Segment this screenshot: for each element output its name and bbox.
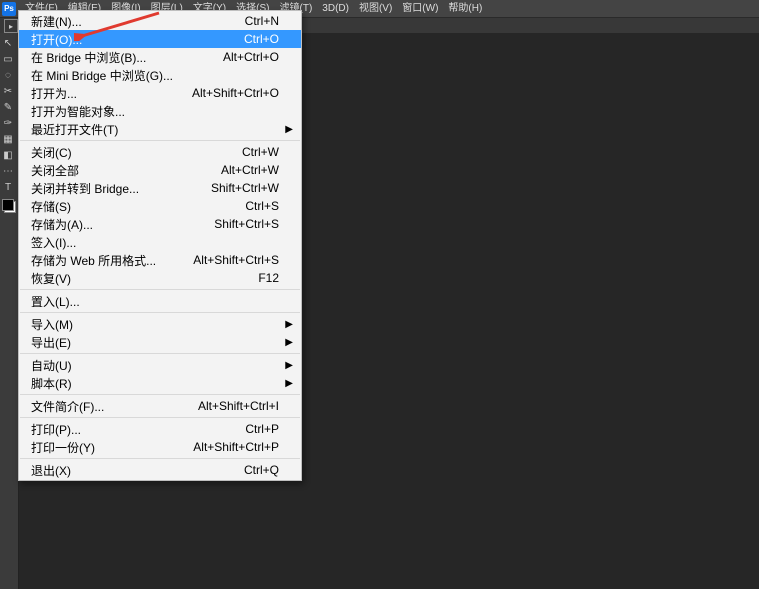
menu-item-1-3[interactable]: 存储(S) Ctrl+S [19,197,301,215]
menu-item-label: 关闭(C) [31,144,72,161]
menu-separator [20,394,300,395]
menu-item-0-0[interactable]: 新建(N)... Ctrl+N [19,12,301,30]
menu-item-label: 最近打开文件(T) [31,121,118,138]
menu-item-label: 存储为 Web 所用格式... [31,252,156,269]
foreground-color-swatch[interactable] [2,199,14,211]
menubar-item-8[interactable]: 视图(V) [354,0,397,17]
menu-separator [20,417,300,418]
menu-item-6-0[interactable]: 打印(P)... Ctrl+P [19,420,301,438]
menu-item-7-0[interactable]: 退出(X) Ctrl+Q [19,461,301,479]
menu-separator [20,140,300,141]
menu-item-label: 在 Bridge 中浏览(B)... [31,49,146,66]
menu-item-1-6[interactable]: 存储为 Web 所用格式... Alt+Shift+Ctrl+S [19,251,301,269]
menu-item-label: 恢复(V) [31,270,71,287]
tool-8[interactable]: ⋯ [0,163,16,179]
menu-item-4-1[interactable]: 脚本(R) ▶ [19,374,301,392]
tool-4[interactable]: ✎ [0,99,16,115]
menu-item-0-1[interactable]: 打开(O)... Ctrl+O [19,30,301,48]
menu-item-1-2[interactable]: 关闭并转到 Bridge... Shift+Ctrl+W [19,179,301,197]
menu-item-shortcut: F12 [258,271,279,285]
menu-item-shortcut: Alt+Shift+Ctrl+I [198,399,279,413]
menu-separator [20,312,300,313]
menu-item-1-7[interactable]: 恢复(V) F12 [19,269,301,287]
submenu-arrow-icon: ▶ [285,360,293,371]
menu-item-label: 关闭全部 [31,162,79,179]
color-swatch[interactable] [2,199,16,213]
menu-item-label: 导入(M) [31,316,73,333]
menubar-item-7[interactable]: 3D(D) [317,0,354,17]
menu-item-shortcut: Ctrl+O [244,32,279,46]
menu-item-label: 打印一份(Y) [31,439,95,456]
submenu-arrow-icon: ▶ [285,378,293,389]
tool-2[interactable]: ◌ [0,67,16,83]
menu-item-label: 打开(O)... [31,31,82,48]
menubar-item-9[interactable]: 窗口(W) [397,0,443,17]
menu-item-shortcut: Alt+Shift+Ctrl+O [192,86,279,100]
file-menu: 新建(N)... Ctrl+N 打开(O)... Ctrl+O 在 Bridge 中浏览… [18,10,302,481]
menu-item-shortcut: Shift+Ctrl+S [214,217,279,231]
submenu-arrow-icon: ▶ [285,319,293,330]
menu-item-0-5[interactable]: 打开为智能对象... [19,102,301,120]
menu-item-6-1[interactable]: 打印一份(Y) Alt+Shift+Ctrl+P [19,438,301,456]
menu-item-shortcut: Shift+Ctrl+W [211,181,279,195]
menu-item-label: 打开为智能对象... [31,103,125,120]
menu-item-label: 存储为(A)... [31,216,93,233]
menu-item-0-2[interactable]: 在 Bridge 中浏览(B)... Alt+Ctrl+O [19,48,301,66]
tools-panel: ↖▭◌✂✎✑▦◧⋯T [0,33,19,589]
menu-item-0-6[interactable]: 最近打开文件(T) ▶ [19,120,301,138]
menubar-item-10[interactable]: 帮助(H) [443,0,487,17]
submenu-arrow-icon: ▶ [285,337,293,348]
tool-1[interactable]: ▭ [0,51,16,67]
menu-item-3-0[interactable]: 导入(M) ▶ [19,315,301,333]
menu-item-0-3[interactable]: 在 Mini Bridge 中浏览(G)... [19,66,301,84]
menu-item-shortcut: Alt+Ctrl+W [221,163,279,177]
menu-item-shortcut: Ctrl+P [245,422,279,436]
menu-item-label: 在 Mini Bridge 中浏览(G)... [31,67,173,84]
menu-item-1-4[interactable]: 存储为(A)... Shift+Ctrl+S [19,215,301,233]
menu-item-3-1[interactable]: 导出(E) ▶ [19,333,301,351]
menu-item-shortcut: Alt+Shift+Ctrl+S [193,253,279,267]
menu-item-shortcut: Alt+Shift+Ctrl+P [193,440,279,454]
menu-item-1-1[interactable]: 关闭全部 Alt+Ctrl+W [19,161,301,179]
menu-item-label: 新建(N)... [31,13,82,30]
menu-item-label: 签入(I)... [31,234,76,251]
tool-3[interactable]: ✂ [0,83,16,99]
menu-item-5-0[interactable]: 文件简介(F)... Alt+Shift+Ctrl+I [19,397,301,415]
menu-item-label: 存储(S) [31,198,71,215]
menu-item-shortcut: Ctrl+W [242,145,279,159]
tool-0[interactable]: ↖ [0,35,16,51]
menu-item-label: 导出(E) [31,334,71,351]
menu-separator [20,289,300,290]
tool-6[interactable]: ▦ [0,131,16,147]
tool-9[interactable]: T [0,179,16,195]
menu-item-0-4[interactable]: 打开为... Alt+Shift+Ctrl+O [19,84,301,102]
tool-7[interactable]: ◧ [0,147,16,163]
tool-5[interactable]: ✑ [0,115,16,131]
menu-separator [20,458,300,459]
menu-item-label: 退出(X) [31,462,71,479]
menu-item-label: 自动(U) [31,357,72,374]
menu-item-label: 脚本(R) [31,375,72,392]
app-logo-icon: Ps [2,2,16,16]
menu-item-shortcut: Ctrl+S [245,199,279,213]
menu-item-2-0[interactable]: 置入(L)... [19,292,301,310]
menu-item-1-0[interactable]: 关闭(C) Ctrl+W [19,143,301,161]
tool-preset-icon[interactable]: ▸ [4,19,18,33]
menu-item-label: 打开为... [31,85,77,102]
menu-item-label: 文件简介(F)... [31,398,104,415]
menu-item-label: 关闭并转到 Bridge... [31,180,139,197]
menu-item-4-0[interactable]: 自动(U) ▶ [19,356,301,374]
menu-item-label: 置入(L)... [31,293,80,310]
menu-item-1-5[interactable]: 签入(I)... [19,233,301,251]
menu-item-shortcut: Alt+Ctrl+O [223,50,279,64]
menu-item-label: 打印(P)... [31,421,81,438]
menu-item-shortcut: Ctrl+Q [244,463,279,477]
menu-item-shortcut: Ctrl+N [245,14,279,28]
menu-separator [20,353,300,354]
submenu-arrow-icon: ▶ [285,124,293,135]
